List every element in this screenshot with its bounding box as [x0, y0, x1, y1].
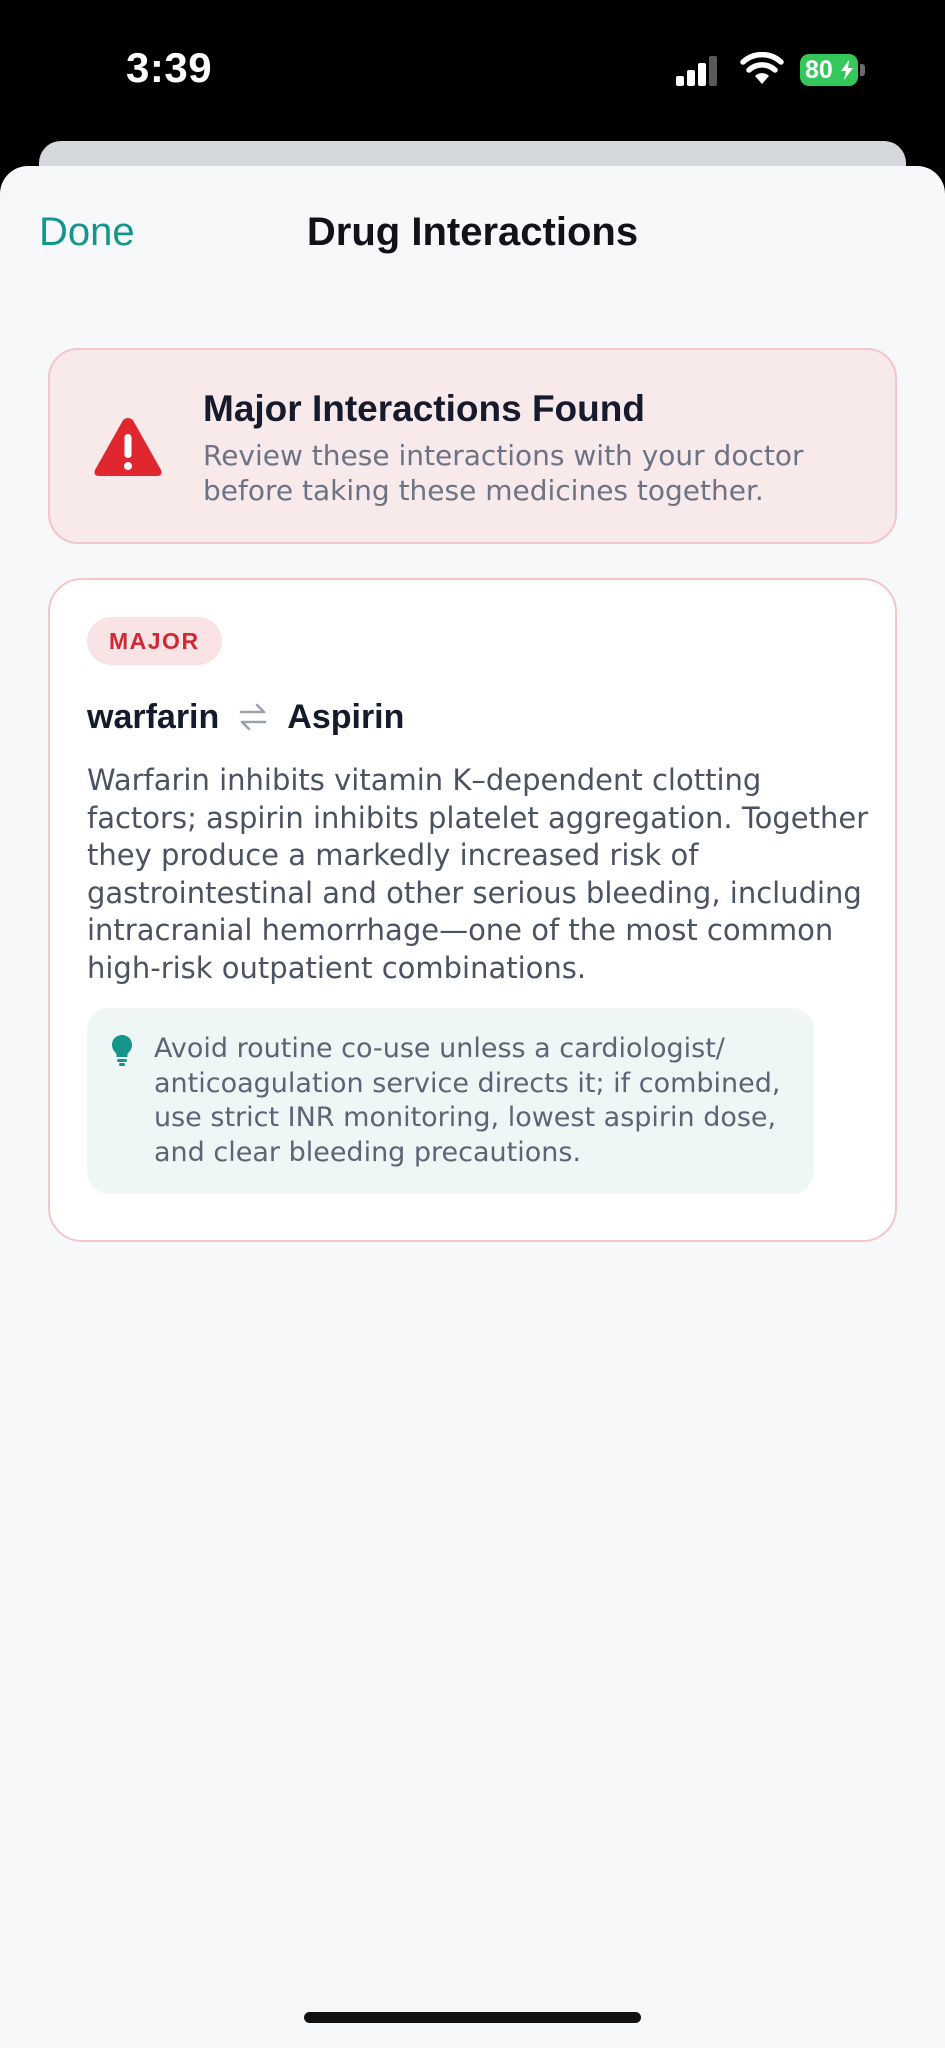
- interactions-sheet: Done Drug Interactions Major Interaction…: [0, 166, 945, 2048]
- charging-bolt-icon: [841, 60, 853, 80]
- battery-icon: 80: [800, 54, 866, 86]
- page-title: Drug Interactions: [306, 210, 639, 254]
- status-bar: 3:39 80: [0, 0, 945, 140]
- screen: 3:39 80 Done Drug Interactions Major Int…: [0, 0, 945, 2048]
- drug-b-name: Aspirin: [287, 697, 405, 736]
- drug-pair: warfarin Aspirin: [87, 692, 404, 742]
- drug-a-name: warfarin: [87, 697, 220, 736]
- lightbulb-icon: [112, 1035, 132, 1066]
- interaction-description: Warfarin inhibits vitamin K–dependent cl…: [87, 763, 869, 985]
- warning-triangle-icon: [94, 418, 162, 476]
- swap-arrows-icon: [239, 703, 267, 731]
- recommendation-box: Avoid routine co-use unless a cardiologi…: [87, 1008, 814, 1194]
- major-interactions-banner: Major Interactions Found Review these in…: [48, 348, 897, 544]
- home-indicator[interactable]: [304, 2012, 641, 2023]
- alert-title: Major Interactions Found: [203, 388, 645, 429]
- signal-icon: [676, 56, 717, 86]
- done-button[interactable]: Done: [39, 210, 135, 255]
- recommendation-text: Avoid routine co-use unless a cardiologi…: [154, 1033, 781, 1168]
- battery-cap: [860, 64, 865, 76]
- interaction-card: MAJOR warfarin Aspirin Warfarin inhibits…: [48, 578, 897, 1242]
- severity-badge: MAJOR: [87, 617, 222, 665]
- nav-bar: Done Drug Interactions: [0, 166, 945, 276]
- alert-subtitle: Review these interactions with your doct…: [203, 439, 804, 507]
- status-time: 3:39: [126, 44, 213, 91]
- wifi-icon: [740, 52, 784, 84]
